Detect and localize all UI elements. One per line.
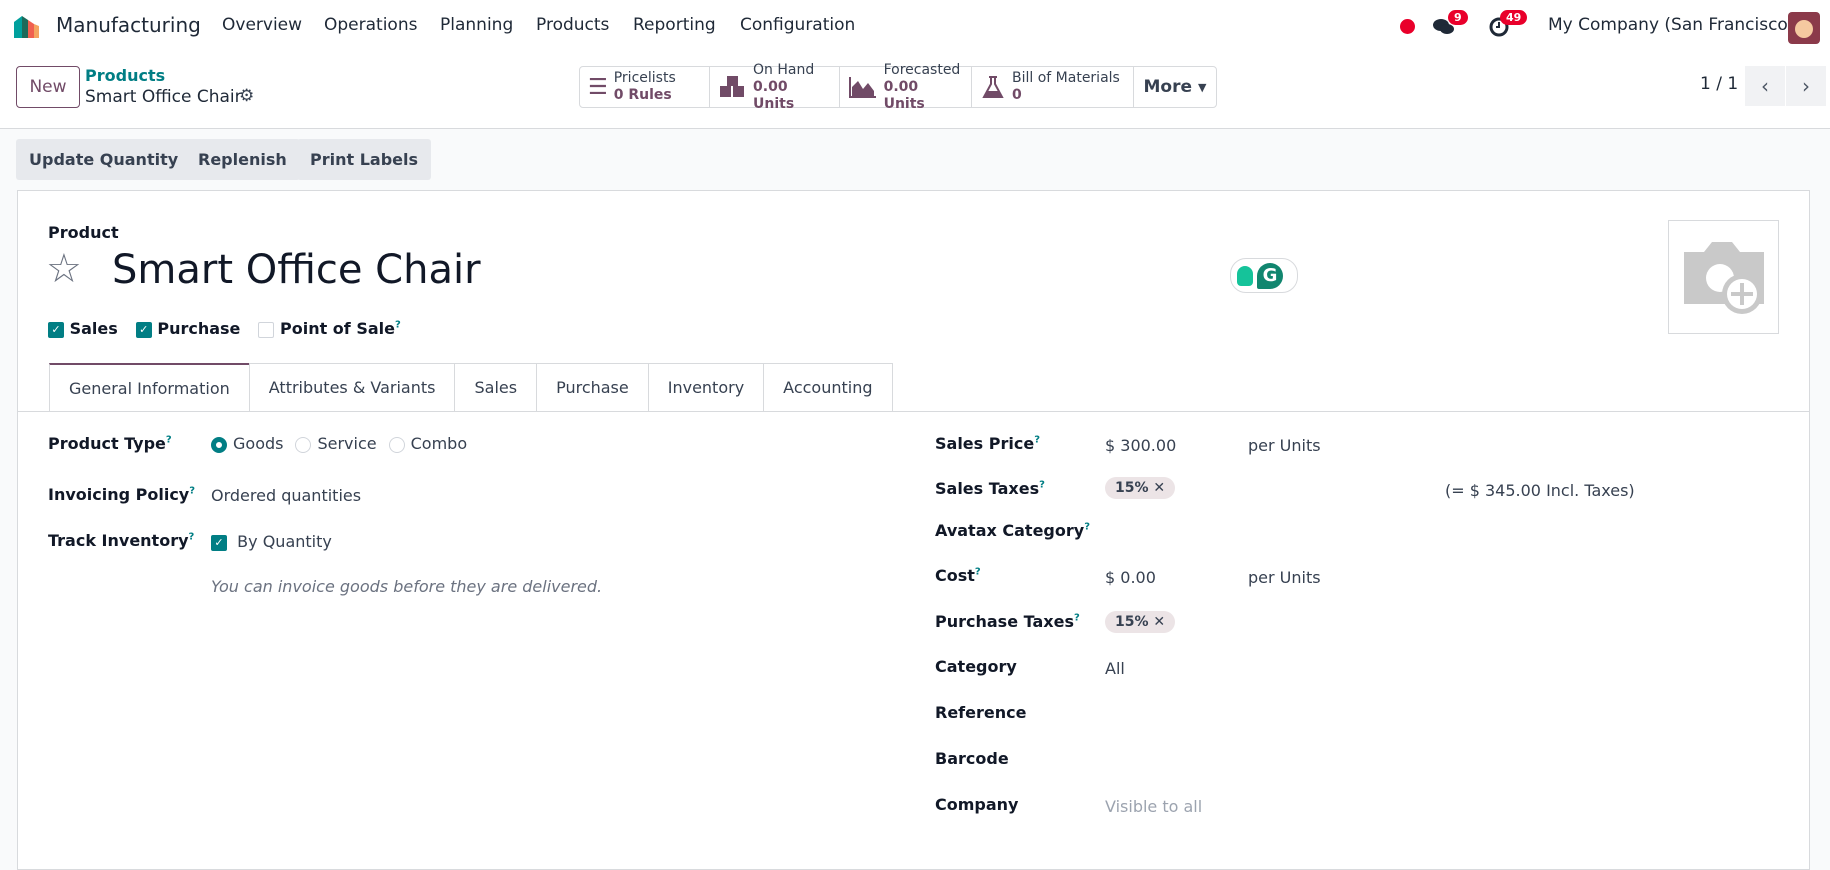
help-icon[interactable]: ? [395, 320, 401, 331]
cost-label: Cost? [935, 566, 981, 585]
bom-button[interactable]: Bill of Materials 0 [972, 67, 1134, 107]
smart-buttons: ☰ Pricelists 0 Rules On Hand 0.00 Units For… [579, 62, 1217, 112]
category-field[interactable]: All [1105, 659, 1125, 678]
invoice-note: You can invoice goods before they are de… [211, 577, 603, 596]
cost-uom: per Units [1248, 568, 1321, 587]
cost-field[interactable]: $ 0.00 [1105, 568, 1156, 587]
menu-reporting[interactable]: Reporting [633, 15, 716, 35]
checkbox-checked-icon: ✓ [211, 534, 227, 551]
tab-attributes-variants[interactable]: Attributes & Variants [248, 363, 456, 411]
track-inventory-checkbox[interactable]: ✓ By Quantity [211, 532, 332, 551]
menu-operations[interactable]: Operations [324, 15, 417, 35]
breadcrumb-products[interactable]: Products [85, 66, 165, 85]
incl-taxes-value: (= $ 345.00 Incl. Taxes) [1445, 481, 1635, 500]
sales-taxes-label: Sales Taxes? [935, 479, 1045, 498]
product-image-upload[interactable] [1668, 220, 1779, 334]
company-field[interactable]: Visible to all [1105, 797, 1202, 816]
form-tabs: General Information Attributes & Variant… [49, 363, 893, 412]
flask-icon [982, 76, 1004, 98]
grammarly-icon: G [1257, 262, 1283, 289]
activities-badge: 49 [1500, 10, 1528, 25]
purchase-tax-tag[interactable]: 15% ✕ [1105, 611, 1176, 633]
company-switcher[interactable]: My Company (San Francisco) [1548, 15, 1794, 35]
invoicing-policy-label: Invoicing Policy? [48, 485, 196, 504]
lightbulb-icon [1237, 265, 1253, 286]
pager-prev-button[interactable]: ‹ [1745, 66, 1785, 106]
product-label: Product [48, 223, 119, 242]
camera-plus-icon [1683, 242, 1764, 314]
radio-goods[interactable]: Goods [211, 434, 283, 453]
invoicing-policy-field[interactable]: Ordered quantities [211, 486, 361, 505]
replenish-button[interactable]: Replenish [185, 139, 300, 180]
product-name-field[interactable]: Smart Office Chair [112, 247, 481, 293]
star-icon[interactable]: ☆ [46, 246, 82, 292]
more-button[interactable]: More ▼ [1134, 67, 1216, 107]
product-type-radio: Goods Service Combo [211, 434, 467, 453]
reference-label: Reference [935, 703, 1027, 722]
tab-general-information[interactable]: General Information [49, 363, 250, 412]
sales-price-label: Sales Price? [935, 434, 1040, 453]
checkbox-checked-icon: ✓ [135, 321, 152, 338]
cubes-icon [720, 76, 744, 97]
app-logo-icon [14, 16, 39, 38]
product-flags: ✓ Sales ✓ Purchase Point of Sale? [48, 319, 401, 338]
checkbox-unchecked-icon [258, 321, 275, 338]
purchase-taxes-label: Purchase Taxes? [935, 612, 1080, 631]
navbar: Manufacturing Overview Operations Planni… [0, 0, 1830, 54]
control-panel: New Products Smart Office Chair ⚙ ☰ Price… [0, 54, 1830, 129]
menu-products[interactable]: Products [536, 15, 609, 35]
menu-configuration[interactable]: Configuration [740, 15, 855, 35]
tabs-divider [18, 411, 1809, 412]
gear-icon[interactable]: ⚙ [239, 86, 254, 106]
forecasted-button[interactable]: Forecasted 0.00 Units [840, 62, 972, 112]
new-button[interactable]: New [16, 66, 80, 108]
tab-purchase[interactable]: Purchase [536, 363, 649, 411]
tab-inventory[interactable]: Inventory [647, 363, 765, 411]
company-label: Company [935, 795, 1019, 814]
messages-badge: 9 [1448, 10, 1468, 25]
chevron-right-icon: › [1802, 74, 1810, 98]
menu-overview[interactable]: Overview [222, 15, 302, 35]
tab-sales[interactable]: Sales [454, 363, 538, 411]
list-icon: ☰ [588, 74, 608, 100]
pager-value[interactable]: 1 / 1 [1700, 74, 1738, 94]
caret-down-icon: ▼ [1198, 80, 1207, 94]
sales-tax-tag[interactable]: 15% ✕ [1105, 477, 1176, 499]
sales-price-field[interactable]: $ 300.00 [1105, 436, 1176, 455]
pos-checkbox[interactable]: Point of Sale? [258, 319, 401, 338]
status-dot-icon[interactable] [1400, 19, 1415, 34]
sales-price-uom: per Units [1248, 436, 1321, 455]
close-icon[interactable]: ✕ [1153, 614, 1165, 630]
radio-combo[interactable]: Combo [388, 434, 467, 453]
radio-empty-icon [388, 436, 405, 453]
radio-service[interactable]: Service [295, 434, 377, 453]
update-quantity-button[interactable]: Update Quantity [16, 139, 192, 180]
product-type-label: Product Type? [48, 434, 172, 453]
avatax-category-label: Avatax Category? [935, 521, 1090, 540]
close-icon[interactable]: ✕ [1153, 480, 1165, 496]
form-sheet: Product ☆ Smart Office Chair G ✓ Sales ✓… [17, 190, 1810, 870]
app-name[interactable]: Manufacturing [56, 13, 201, 37]
avatar[interactable] [1788, 12, 1820, 44]
menu-planning[interactable]: Planning [440, 15, 513, 35]
chevron-left-icon: ‹ [1761, 74, 1769, 98]
sales-checkbox[interactable]: ✓ Sales [48, 319, 118, 338]
on-hand-button[interactable]: On Hand 0.00 Units [710, 62, 840, 112]
category-label: Category [935, 657, 1017, 676]
purchase-checkbox[interactable]: ✓ Purchase [135, 319, 240, 338]
track-inventory-label: Track Inventory? [48, 531, 195, 550]
barcode-label: Barcode [935, 749, 1009, 768]
pager-next-button[interactable]: › [1786, 66, 1826, 106]
pricelists-button[interactable]: ☰ Pricelists 0 Rules [580, 67, 710, 107]
print-labels-button[interactable]: Print Labels [297, 139, 432, 180]
radio-empty-icon [295, 436, 312, 453]
area-chart-icon [849, 77, 876, 98]
tab-accounting[interactable]: Accounting [763, 363, 893, 411]
grammarly-widget[interactable]: G [1230, 258, 1298, 293]
checkbox-checked-icon: ✓ [48, 321, 64, 338]
radio-selected-icon [211, 436, 227, 453]
breadcrumb-current: Smart Office Chair [85, 87, 242, 107]
